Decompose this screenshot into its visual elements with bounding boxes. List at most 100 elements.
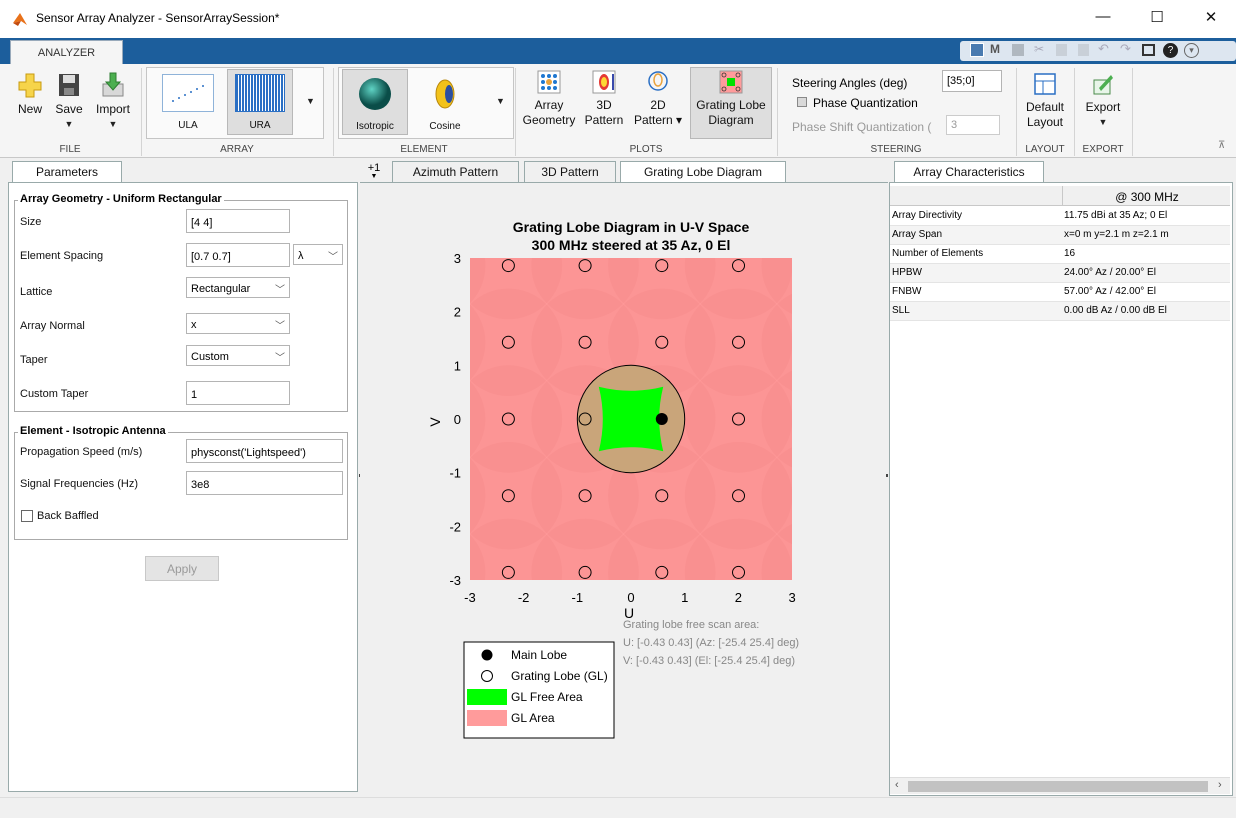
element-spacing-label: Element Spacing (20, 250, 104, 262)
row-name: SLL (892, 305, 910, 316)
scroll-left-icon[interactable]: ‹ (895, 779, 899, 791)
ribbon-separator (333, 68, 334, 156)
ura-tile[interactable]: URA (227, 69, 293, 135)
help-browser-icon[interactable] (970, 43, 984, 57)
back-baffled-label: Back Baffled (37, 510, 99, 522)
array-gallery-expand-icon[interactable]: ▼ (306, 96, 315, 106)
undo-icon[interactable]: ↶ (1098, 41, 1109, 57)
tab-3d-pattern[interactable]: 3D Pattern (524, 161, 616, 182)
save-dropdown-icon[interactable]: ▼ (52, 117, 86, 132)
default-layout-button[interactable]: Default Layout (1022, 72, 1068, 130)
horizontal-scrollbar[interactable]: ‹ › (890, 777, 1230, 794)
cut-icon[interactable]: ✂ (1034, 42, 1044, 56)
gl-region-circle (838, 212, 888, 319)
splitter-handle[interactable] (886, 474, 888, 477)
save-small-icon[interactable] (1012, 44, 1024, 56)
layout-grid-icon (1034, 73, 1056, 95)
phase-shift-quantization-label: Phase Shift Quantization ( (792, 120, 932, 134)
steering-section-label: STEERING (870, 144, 922, 155)
redo-icon[interactable]: ↷ (1120, 41, 1131, 57)
undock-icon[interactable] (1142, 44, 1155, 56)
new-button[interactable]: New (14, 72, 46, 117)
export-check-icon (1093, 75, 1113, 95)
element-spacing-input[interactable]: [0.7 0.7] (186, 243, 290, 267)
y-axis-ticks: 3 2 1 0 -1 -2 -3 (449, 251, 461, 588)
array-characteristics-tab[interactable]: Array Characteristics (894, 161, 1044, 182)
taper-select[interactable]: Custom ﹀ (186, 345, 290, 366)
tab-grating-lobe-diagram[interactable]: Grating Lobe Diagram (620, 161, 786, 182)
ula-tile[interactable]: ULA (152, 70, 224, 134)
signal-frequencies-input[interactable]: 3e8 (186, 471, 343, 495)
array-geometry-label-1: Array (534, 98, 564, 112)
file-section-label: FILE (59, 144, 81, 155)
maximize-button[interactable]: ☐ (1134, 8, 1180, 30)
more-tabs-button[interactable]: +1 ▼ (364, 162, 384, 182)
plots-section-label: PLOTS (629, 144, 663, 155)
table-row: Number of Elements 16 (890, 245, 1230, 264)
steering-angles-label: Steering Angles (deg) (792, 76, 908, 90)
gl-region-circle (838, 595, 888, 702)
element-section-label: ELEMENT (400, 144, 448, 155)
propagation-speed-input[interactable]: physconst('Lightspeed') (186, 439, 343, 463)
pattern-3d-button[interactable]: 3D Pattern (580, 70, 628, 128)
export-dropdown-icon[interactable]: ▼ (1080, 115, 1126, 130)
grating-lobe-label-1: Grating Lobe (696, 98, 766, 112)
main-lobe-marker (655, 413, 668, 425)
minimize-button[interactable]: — (1080, 8, 1126, 30)
pattern-3d-icon (592, 70, 616, 94)
import-dropdown-icon[interactable]: ▼ (92, 117, 134, 132)
phase-shift-quantization-input[interactable]: 3 (946, 115, 1000, 135)
collapse-ribbon-icon[interactable]: ⊼ (1218, 140, 1225, 151)
custom-taper-input[interactable]: 1 (186, 381, 290, 405)
cosine-label: Cosine (429, 121, 461, 132)
gl-region-circle (838, 289, 888, 396)
gl-region-circle (838, 365, 888, 472)
apply-button[interactable]: Apply (145, 556, 219, 581)
back-baffled-checkbox[interactable] (21, 510, 33, 522)
lattice-select[interactable]: Rectangular ﹀ (186, 277, 290, 298)
new-plus-icon (18, 73, 42, 98)
chevron-down-icon: ﹀ (275, 353, 285, 364)
pattern-2d-button[interactable]: 2D Pattern ▾ (632, 70, 684, 128)
chevron-down-icon: ▼ (370, 173, 378, 180)
phase-quantization-checkbox[interactable] (797, 97, 807, 107)
legend-gl-free: GL Free Area (511, 690, 583, 704)
size-label: Size (20, 216, 42, 228)
isotropic-tile[interactable]: Isotropic (342, 69, 408, 135)
scroll-right-icon[interactable]: › (1218, 779, 1222, 791)
simulink-icon[interactable]: M (990, 42, 1000, 56)
steering-angles-input[interactable]: [35;0] (942, 70, 1002, 92)
cosine-tile[interactable]: Cosine (412, 70, 478, 134)
header-divider (1062, 186, 1063, 206)
tab-azimuth-pattern[interactable]: Azimuth Pattern (392, 161, 519, 182)
row-name: Array Directivity (892, 210, 963, 221)
help-icon[interactable]: ? (1163, 43, 1178, 58)
spacing-unit-select[interactable]: λ ﹀ (293, 244, 343, 265)
close-button[interactable]: ✕ (1188, 8, 1234, 30)
element-gallery-expand-icon[interactable]: ▼ (496, 96, 505, 106)
isotropic-label: Isotropic (356, 121, 394, 132)
row-value: 24.00° Az / 20.00° El (1064, 267, 1156, 278)
chart-title-line-2: 300 MHz steered at 35 Az, 0 El (532, 237, 731, 253)
export-button[interactable]: Export ▼ (1080, 72, 1126, 130)
scan-area-u: U: [-0.43 0.43] (Az: [-25.4 25.4] deg) (623, 637, 799, 649)
gl-free-area (598, 386, 664, 452)
gl-region-circle (838, 182, 888, 243)
tab-analyzer[interactable]: ANALYZER (10, 40, 123, 65)
expand-options-icon[interactable]: ▾ (1184, 43, 1199, 58)
array-geometry-button[interactable]: Array Geometry (520, 70, 578, 128)
parameters-tab[interactable]: Parameters (12, 161, 122, 182)
chevron-down-icon: ﹀ (275, 321, 285, 332)
save-button[interactable]: Save ▼ (52, 72, 86, 132)
size-input[interactable]: [4 4] (186, 209, 290, 233)
pattern-2d-label-1: 2D (650, 98, 666, 112)
array-normal-select[interactable]: x ﹀ (186, 313, 290, 334)
scrollbar-thumb[interactable] (908, 781, 1208, 792)
import-button[interactable]: Import ▼ (92, 72, 134, 132)
copy-icon[interactable] (1056, 44, 1067, 56)
ura-icon (235, 74, 285, 112)
save-button-label: Save (55, 102, 83, 116)
chevron-down-icon: ﹀ (328, 252, 338, 263)
paste-icon[interactable] (1078, 44, 1089, 56)
grating-lobe-button[interactable]: Grating Lobe Diagram (690, 70, 772, 128)
